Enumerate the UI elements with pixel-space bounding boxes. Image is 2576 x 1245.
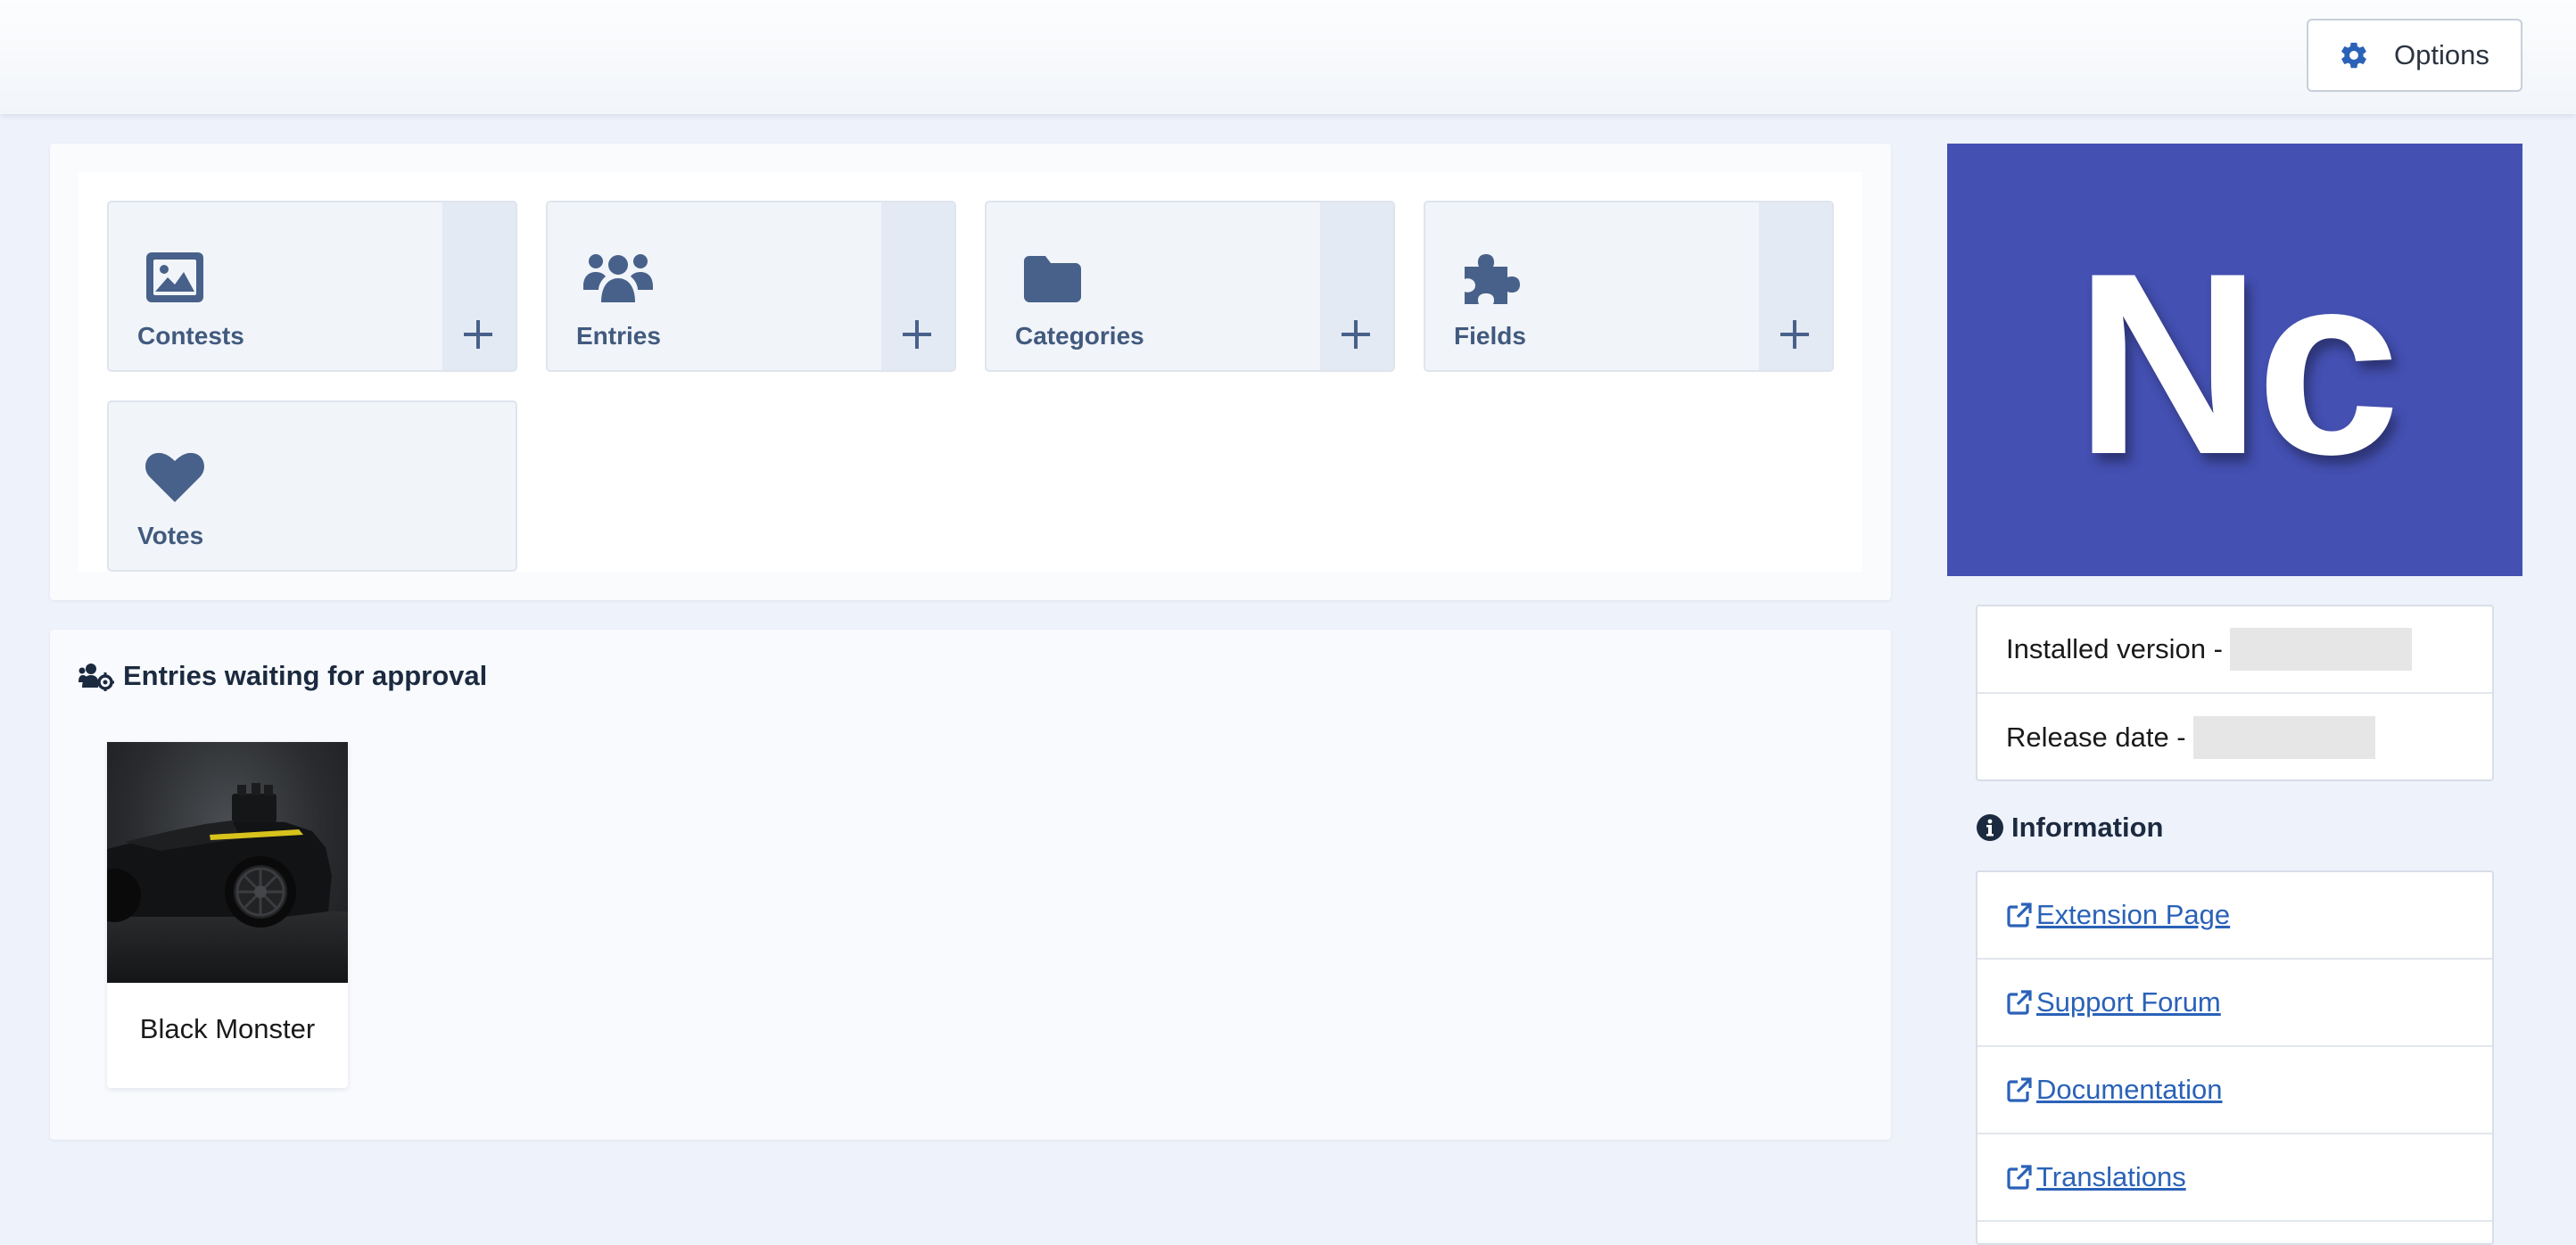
tile-label: Entries bbox=[576, 322, 661, 350]
version-info-box: Installed version - Release date - bbox=[1976, 605, 2494, 781]
plus-icon bbox=[903, 320, 931, 349]
toolbar: Options bbox=[0, 0, 2576, 114]
installed-version-row: Installed version - bbox=[1977, 606, 2492, 694]
information-title: Information bbox=[2011, 812, 2164, 843]
link-row-documentation: Documentation bbox=[1977, 1047, 2492, 1134]
quick-icons-panel: Contests Entries Categories Fields Votes bbox=[50, 144, 1891, 600]
link-row-extension-page: Extension Page bbox=[1977, 872, 2492, 960]
installed-version-label: Installed version - bbox=[2006, 633, 2223, 664]
installed-version-redacted bbox=[2229, 628, 2412, 671]
tile-votes: Votes bbox=[107, 400, 517, 572]
plus-icon bbox=[1342, 320, 1370, 349]
information-links: Extension Page Support Forum Documentati… bbox=[1976, 870, 2494, 1245]
release-date-row: Release date - bbox=[1977, 694, 2492, 781]
add-category-button[interactable] bbox=[1320, 202, 1393, 370]
approval-panel: Entries waiting for approval Black Monst… bbox=[50, 630, 1891, 1140]
tile-label: Votes bbox=[137, 522, 204, 549]
logo-text: Nc bbox=[2075, 219, 2400, 508]
tile-fields: Fields bbox=[1424, 201, 1834, 372]
release-date-redacted bbox=[2192, 716, 2375, 759]
quick-icons-grid: Contests Entries Categories Fields Votes bbox=[78, 172, 1862, 572]
tile-label: Contests bbox=[137, 322, 244, 350]
approval-heading: Entries waiting for approval bbox=[78, 658, 487, 694]
tile-label: Fields bbox=[1454, 322, 1526, 350]
tile-contests-link[interactable]: Contests bbox=[109, 202, 446, 370]
tile-votes-link[interactable]: Votes bbox=[109, 402, 516, 570]
link-row-translations: Translations bbox=[1977, 1134, 2492, 1222]
plus-icon bbox=[1780, 320, 1809, 349]
tile-contests: Contests bbox=[107, 201, 517, 372]
external-link-icon bbox=[2007, 990, 2032, 1015]
documentation-link[interactable]: Documentation bbox=[2036, 1074, 2223, 1106]
entry-card[interactable]: Black Monster bbox=[107, 742, 348, 1088]
gear-icon bbox=[2341, 42, 2366, 69]
folder-icon bbox=[1020, 249, 1085, 306]
options-button[interactable]: Options bbox=[2307, 19, 2522, 92]
add-field-button[interactable] bbox=[1759, 202, 1832, 370]
entry-name: Black Monster bbox=[139, 1013, 316, 1044]
tile-entries-link[interactable]: Entries bbox=[548, 202, 885, 370]
extension-page-link[interactable]: Extension Page bbox=[2036, 899, 2230, 931]
external-link-icon bbox=[2007, 1077, 2032, 1102]
users-icon bbox=[582, 249, 655, 306]
support-forum-link[interactable]: Support Forum bbox=[2036, 986, 2221, 1018]
image-icon bbox=[143, 249, 207, 306]
information-heading: Information bbox=[1976, 810, 2164, 845]
plus-icon bbox=[464, 320, 492, 349]
external-link-icon bbox=[2007, 1165, 2032, 1190]
add-contest-button[interactable] bbox=[442, 202, 516, 370]
external-link-icon bbox=[2007, 903, 2032, 928]
translations-link[interactable]: Translations bbox=[2036, 1161, 2186, 1193]
release-date-label: Release date - bbox=[2006, 721, 2186, 753]
tile-fields-link[interactable]: Fields bbox=[1425, 202, 1763, 370]
entry-thumbnail bbox=[107, 742, 348, 983]
approval-title: Entries waiting for approval bbox=[123, 660, 488, 691]
heart-icon bbox=[143, 449, 207, 506]
tile-categories: Categories bbox=[985, 201, 1395, 372]
tile-label: Categories bbox=[1015, 322, 1144, 350]
puzzle-icon bbox=[1459, 249, 1523, 306]
users-cog-icon bbox=[78, 664, 114, 691]
link-row-support-forum: Support Forum bbox=[1977, 960, 2492, 1047]
options-label: Options bbox=[2394, 39, 2489, 70]
add-entry-button[interactable] bbox=[881, 202, 954, 370]
extension-logo: Nc bbox=[1947, 144, 2522, 576]
tile-categories-link[interactable]: Categories bbox=[987, 202, 1324, 370]
tile-entries: Entries bbox=[546, 201, 956, 372]
info-circle-icon bbox=[1977, 814, 2003, 841]
